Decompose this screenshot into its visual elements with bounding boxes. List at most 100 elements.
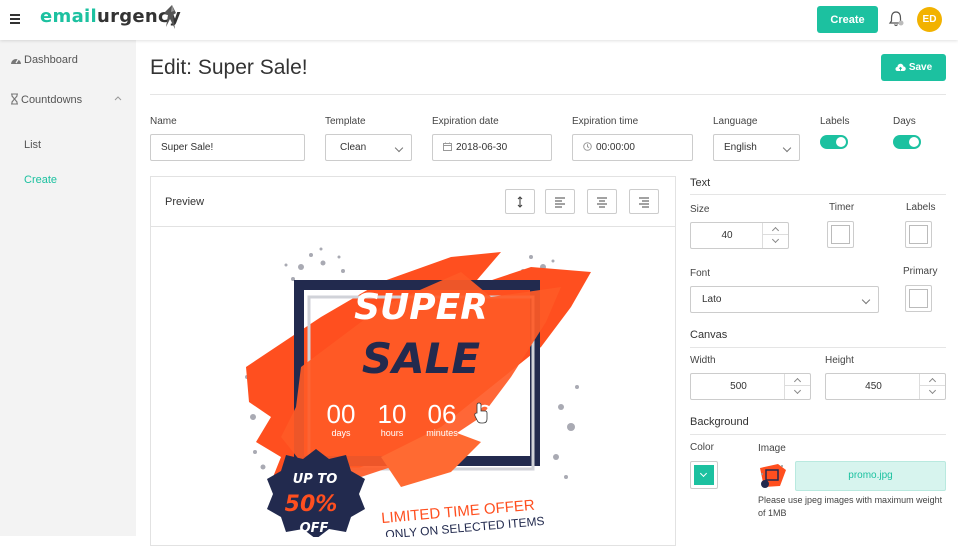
sidebar-item-label: Dashboard — [24, 54, 78, 66]
save-label: Save — [908, 62, 933, 73]
labels-toggle[interactable] — [820, 135, 848, 149]
background-color-picker[interactable] — [690, 461, 718, 489]
badge-percent-text: 50% — [285, 492, 338, 517]
minutes-unit: minutes — [426, 428, 458, 438]
height-label: Height — [825, 355, 854, 366]
background-section-divider — [690, 434, 946, 435]
rocket-logo-icon — [164, 5, 176, 29]
size-decrement-button[interactable] — [763, 235, 788, 247]
vertical-resize-icon — [517, 196, 523, 208]
expiration-time-label: Expiration time — [572, 116, 639, 127]
page-title: Edit: Super Sale! — [150, 56, 308, 79]
align-left-icon — [555, 197, 565, 208]
banner-sale-text: SALE — [362, 334, 481, 383]
align-center-icon — [597, 197, 607, 208]
banner-super-text: SUPER — [354, 287, 488, 328]
header-divider — [150, 94, 946, 95]
preview-title: Preview — [165, 196, 205, 208]
calendar-icon — [443, 142, 452, 151]
width-increment-button[interactable] — [785, 374, 810, 386]
width-stepper[interactable]: 500 — [690, 373, 811, 400]
preview-panel: Preview SUPER SALE 00 days 10 hours 06 m… — [150, 176, 676, 546]
image-thumbnail — [760, 464, 786, 488]
sidebar-item-create[interactable]: Create — [24, 174, 57, 186]
hours-number: 10 — [378, 399, 407, 429]
language-select[interactable]: English — [713, 134, 800, 161]
user-avatar[interactable]: ED — [917, 7, 942, 32]
days-unit: days — [331, 428, 351, 438]
hourglass-icon — [11, 93, 18, 105]
hamburger-menu-icon[interactable] — [10, 14, 20, 24]
chevron-up-icon[interactable] — [114, 96, 122, 101]
language-label: Language — [713, 116, 758, 127]
height-spinner — [919, 374, 945, 399]
expiration-time-input[interactable]: 00:00:00 — [572, 134, 693, 161]
sidebar-item-label: Countdowns — [21, 94, 83, 106]
cloud-upload-icon — [895, 63, 906, 71]
days-number: 00 — [327, 399, 356, 429]
sidebar: Dashboard Countdowns List Create — [0, 40, 136, 536]
expiration-date-input[interactable]: 2018-06-30 — [432, 134, 552, 161]
width-decrement-button[interactable] — [785, 386, 810, 398]
align-right-button[interactable] — [629, 189, 659, 214]
vertical-align-button[interactable] — [505, 189, 535, 214]
width-value: 500 — [730, 381, 747, 392]
color-label: Color — [690, 442, 714, 453]
font-select[interactable]: Lato — [690, 286, 879, 313]
text-section-divider — [690, 194, 946, 195]
image-file-button[interactable]: promo.jpg — [795, 461, 946, 491]
countdown-banner-image: SUPER SALE 00 days 10 hours 06 minutes 3… — [245, 247, 591, 537]
minutes-number: 06 — [428, 399, 457, 429]
days-toggle[interactable] — [893, 135, 921, 149]
height-stepper[interactable]: 450 — [825, 373, 946, 400]
sidebar-item-countdowns[interactable]: Countdowns — [10, 93, 82, 106]
align-center-button[interactable] — [587, 189, 617, 214]
size-spinner — [762, 223, 788, 248]
create-button[interactable]: Create — [817, 6, 878, 33]
align-left-button[interactable] — [545, 189, 575, 214]
chevron-down-icon — [782, 143, 792, 153]
chevron-down-icon — [394, 143, 404, 153]
expiration-date-label: Expiration date — [432, 116, 499, 127]
seconds-unit: seconds — [475, 428, 509, 438]
clock-icon — [583, 142, 592, 151]
background-section-title: Background — [690, 416, 749, 428]
name-label: Name — [150, 116, 177, 127]
size-label: Size — [690, 204, 710, 215]
primary-color-label: Primary — [903, 266, 938, 277]
width-spinner — [784, 374, 810, 399]
labels-color-label: Labels — [906, 202, 936, 213]
notification-bell-icon[interactable] — [886, 9, 906, 29]
timer-color-preview — [831, 225, 850, 244]
name-input[interactable]: Super Sale! — [150, 134, 305, 161]
width-label: Width — [690, 355, 716, 366]
font-value: Lato — [702, 294, 722, 305]
sidebar-item-list[interactable]: List — [24, 139, 41, 151]
template-label: Template — [325, 116, 366, 127]
labels-color-preview — [909, 225, 928, 244]
top-bar: emailurgency Create ED — [0, 0, 958, 40]
timer-label: Timer — [829, 202, 855, 213]
primary-color-swatch[interactable] — [905, 285, 932, 312]
image-hint-text: Please use jpeg images with maximum weig… — [758, 495, 943, 518]
save-button[interactable]: Save — [881, 54, 946, 81]
size-increment-button[interactable] — [763, 223, 788, 235]
canvas-section-title: Canvas — [690, 329, 728, 341]
labels-toggle-label: Labels — [820, 116, 850, 127]
language-value: English — [724, 142, 757, 153]
height-value: 450 — [865, 381, 882, 392]
template-select[interactable]: Clean — [325, 134, 412, 161]
size-stepper[interactable]: 40 — [690, 222, 789, 249]
sidebar-item-dashboard[interactable]: Dashboard — [10, 54, 78, 66]
height-increment-button[interactable] — [920, 374, 945, 386]
timer-color-swatch[interactable] — [827, 221, 854, 248]
expiration-date-value: 2018-06-30 — [456, 142, 508, 153]
labels-color-swatch[interactable] — [905, 221, 932, 248]
primary-color-preview — [909, 289, 928, 308]
chevron-down-icon — [861, 295, 871, 305]
logo-brand: email — [40, 6, 97, 27]
preview-header: Preview — [151, 177, 675, 227]
height-decrement-button[interactable] — [920, 386, 945, 398]
image-label: Image — [758, 443, 786, 454]
font-label: Font — [690, 268, 711, 279]
